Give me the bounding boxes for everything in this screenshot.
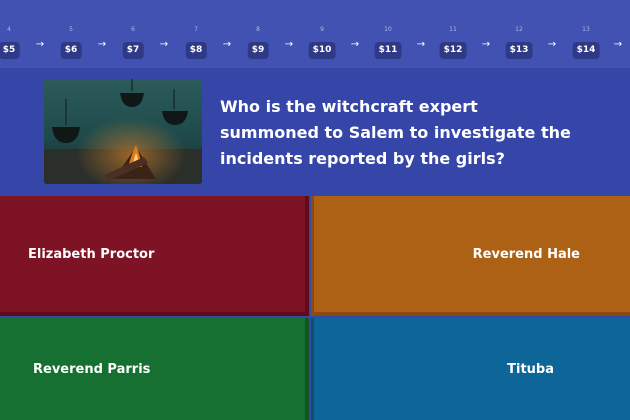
step-number: 7	[194, 26, 198, 33]
step-amount: $12	[439, 42, 467, 59]
step-number: 11	[449, 26, 457, 33]
arrow-right-icon: →	[416, 39, 426, 50]
answer-label: Elizabeth Proctor	[28, 246, 155, 262]
answer-option-a[interactable]: Elizabeth Proctor	[0, 196, 309, 316]
step-amount: $11	[374, 42, 402, 59]
step-amount: $9	[247, 42, 269, 59]
answer-label: Reverend Parris	[33, 361, 151, 377]
arrow-right-icon: →	[97, 39, 107, 50]
answer-option-d[interactable]: Tituba	[311, 318, 630, 420]
step-number: 10	[384, 26, 392, 33]
money-ladder: 4 $5 → 5 $6 → 6 $7 → 7 $8 → 8 $9 → 9 $10…	[0, 0, 630, 68]
step-number: 8	[256, 26, 260, 33]
step-number: 12	[515, 26, 523, 33]
answer-option-b[interactable]: Reverend Hale	[311, 196, 630, 316]
step-amount: $8	[185, 42, 207, 59]
step-number: 9	[320, 26, 324, 33]
step-amount: $13	[505, 42, 533, 59]
step-amount: $7	[122, 42, 144, 59]
arrow-right-icon: →	[613, 39, 623, 50]
answer-label: Tituba	[507, 361, 554, 377]
question-image	[44, 79, 202, 184]
step-number: 13	[582, 26, 590, 33]
step-number: 5	[69, 26, 73, 33]
step-amount: $10	[308, 42, 336, 59]
step-amount: $14	[572, 42, 600, 59]
arrow-right-icon: →	[159, 39, 169, 50]
arrow-right-icon: →	[222, 39, 232, 50]
answer-option-c[interactable]: Reverend Parris	[0, 318, 309, 420]
step-number: 4	[7, 26, 11, 33]
step-amount: $5	[0, 42, 20, 59]
answer-label: Reverend Hale	[472, 246, 580, 262]
arrow-right-icon: →	[35, 39, 45, 50]
arrow-right-icon: →	[481, 39, 491, 50]
arrow-right-icon: →	[547, 39, 557, 50]
arrow-right-icon: →	[284, 39, 294, 50]
step-amount: $6	[60, 42, 82, 59]
step-number: 6	[131, 26, 135, 33]
arrow-right-icon: →	[350, 39, 360, 50]
question-panel: Who is the witchcraft expert summoned to…	[0, 68, 630, 196]
question-text: Who is the witchcraft expert summoned to…	[220, 97, 571, 168]
